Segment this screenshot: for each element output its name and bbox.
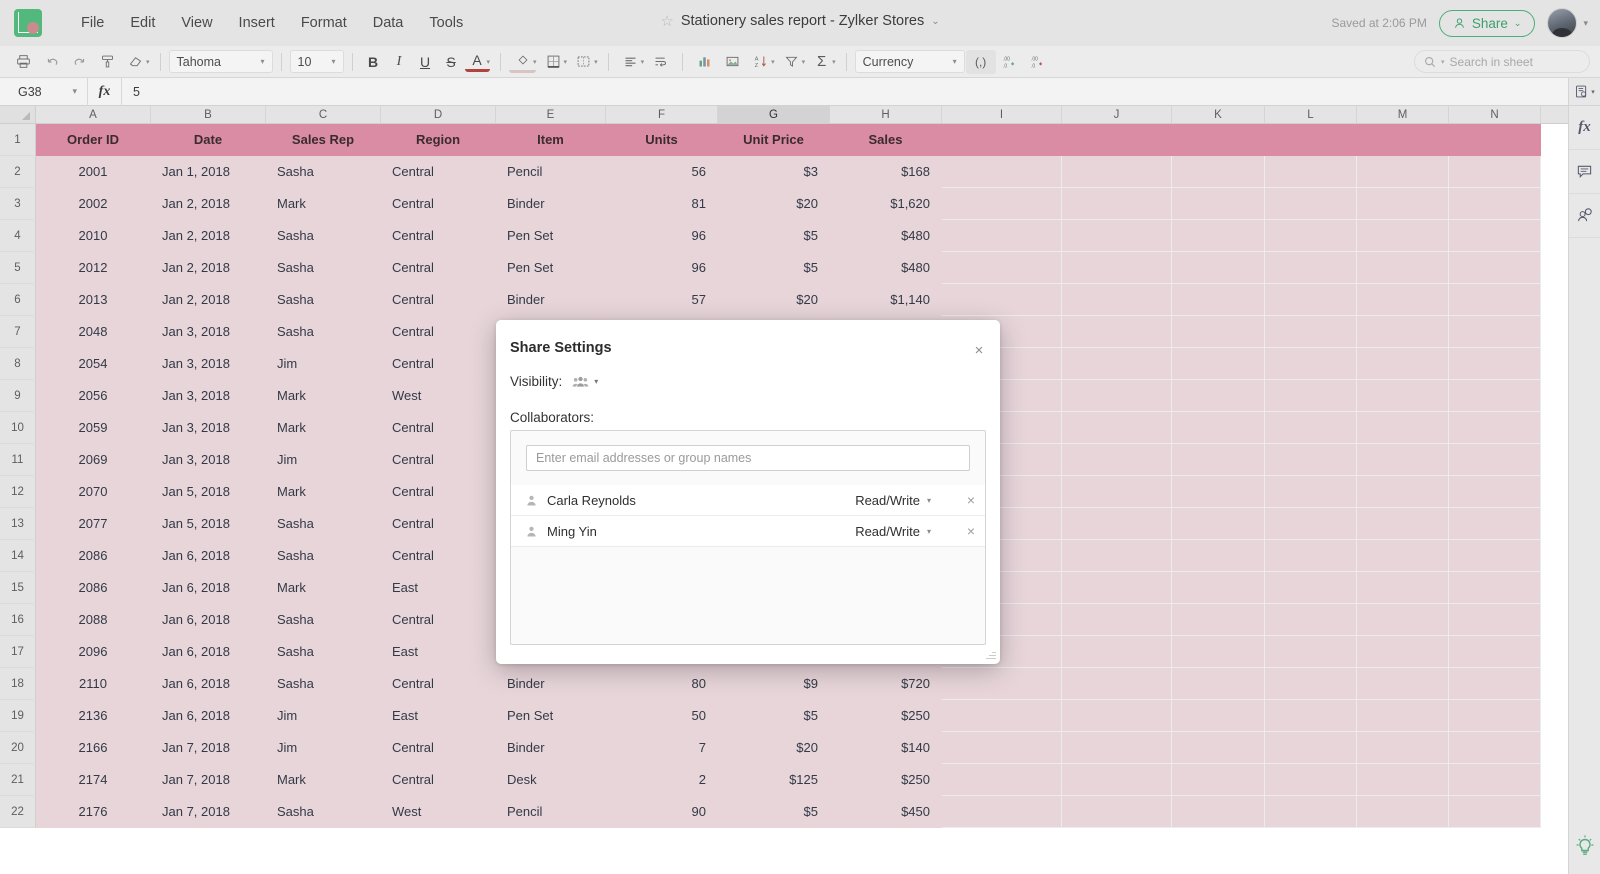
collaborators-list: Carla Reynolds Read/Write ▾ × Ming Yin Read/W… — [511, 485, 985, 547]
collaborator-row: Carla Reynolds Read/Write ▾ × — [511, 485, 985, 516]
visibility-label: Visibility: — [510, 374, 563, 389]
spreadsheet-app: File Edit View Insert Format Data Tools … — [0, 0, 1600, 874]
chevron-down-icon: ▾ — [926, 526, 931, 536]
group-people-icon — [572, 376, 589, 387]
collaborators-panel: Enter email addresses or group names Car… — [510, 430, 986, 645]
person-icon — [525, 525, 545, 538]
dialog-title: Share Settings — [510, 340, 612, 356]
collaborator-row: Ming Yin Read/Write ▾ × — [511, 516, 985, 547]
close-icon[interactable]: × — [970, 341, 988, 359]
modal-overlay: Share Settings × Visibility: ▾ Collabora… — [0, 0, 1600, 874]
remove-collaborator-button[interactable]: × — [957, 523, 985, 539]
permission-select[interactable]: Read/Write ▾ — [855, 524, 931, 539]
remove-collaborator-button[interactable]: × — [957, 492, 985, 508]
collaborator-name: Ming Yin — [547, 523, 597, 539]
collaborator-name: Carla Reynolds — [547, 492, 636, 508]
share-settings-dialog: Share Settings × Visibility: ▾ Collabora… — [496, 320, 1000, 664]
visibility-select[interactable]: ▾ — [572, 375, 598, 388]
permission-select[interactable]: Read/Write ▾ — [855, 493, 931, 508]
person-icon — [525, 494, 545, 507]
email-input[interactable]: Enter email addresses or group names — [526, 445, 970, 471]
chevron-down-icon: ▾ — [926, 495, 931, 505]
dialog-resize-handle[interactable] — [985, 649, 996, 660]
permission-value: Read/Write — [855, 492, 920, 508]
visibility-row: Visibility: ▾ — [510, 374, 598, 389]
collaborators-label: Collaborators: — [510, 410, 595, 425]
permission-value: Read/Write — [855, 523, 920, 539]
chevron-down-icon: ▾ — [594, 377, 599, 386]
